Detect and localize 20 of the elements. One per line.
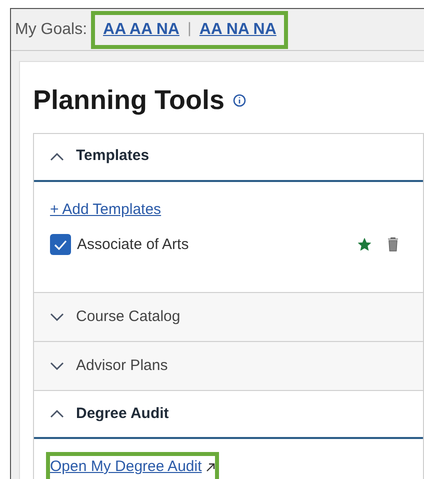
- chevron-up-icon: [50, 410, 64, 418]
- star-icon[interactable]: [358, 238, 371, 252]
- chevron-down-icon: [50, 362, 64, 370]
- separator: |: [187, 19, 192, 40]
- checkmark-icon: [54, 240, 67, 250]
- info-icon[interactable]: [232, 94, 246, 107]
- trash-icon[interactable]: [387, 237, 399, 252]
- goals-label: My Goals:: [15, 20, 88, 40]
- accordion-header[interactable]: Advisor Plans: [34, 342, 423, 390]
- chevron-down-icon: [50, 313, 64, 321]
- goal-link[interactable]: AA AA NA: [103, 18, 180, 42]
- degree-audit-link[interactable]: Open My Degree Audit: [50, 456, 215, 478]
- accordion-header[interactable]: Course Catalog: [34, 293, 423, 341]
- checkbox[interactable]: [50, 234, 71, 256]
- chevron-up-icon: [50, 152, 64, 160]
- page-title: Planning Tools: [33, 84, 224, 117]
- add-templates-link[interactable]: + Add Templates: [50, 200, 162, 218]
- external-link-icon: [206, 462, 215, 472]
- template-name: Associate of Arts: [77, 234, 189, 254]
- goal-link[interactable]: AA NA NA: [199, 18, 276, 42]
